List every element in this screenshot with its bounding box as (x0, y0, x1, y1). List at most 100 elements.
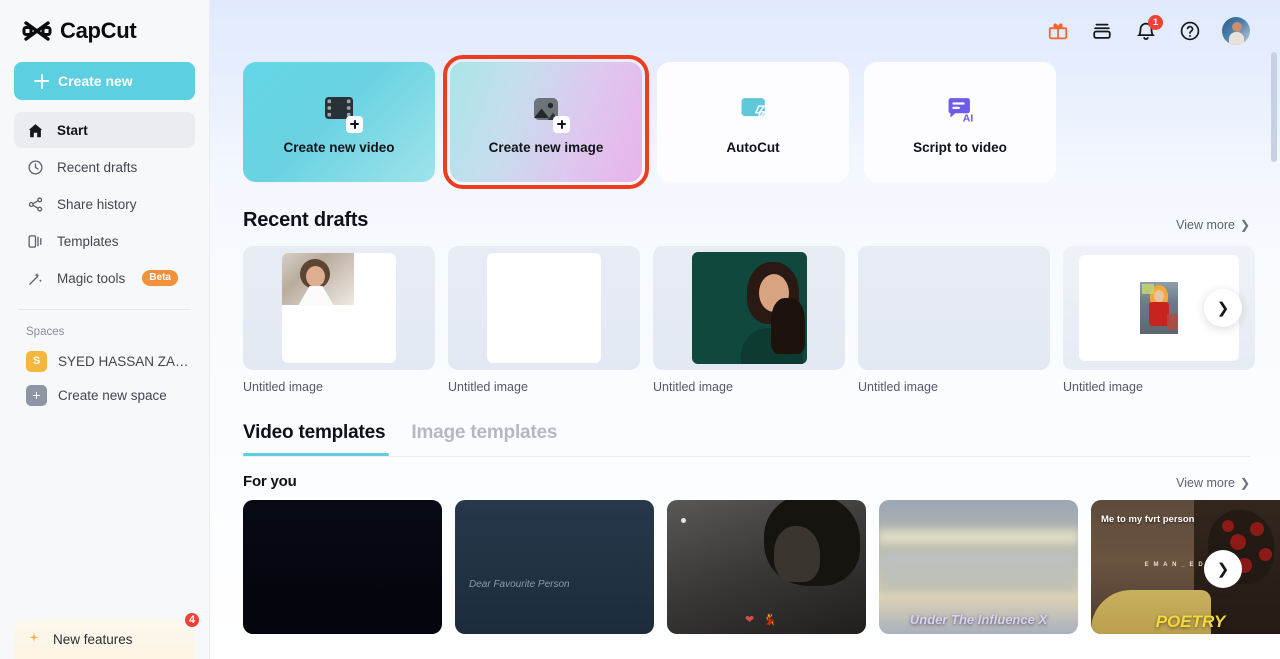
view-more-label: View more (1176, 476, 1235, 490)
draft-name: Untitled image (448, 380, 528, 394)
share-icon (26, 195, 45, 214)
brand-name: CapCut (60, 18, 137, 43)
template-watermark: E M A N _ E D I T S 7 (1144, 562, 1237, 568)
sidebar-item-label: Start (57, 122, 88, 138)
create-new-label: Create new (58, 73, 133, 89)
notification-bell-icon[interactable]: 1 (1134, 15, 1163, 43)
card-label: Create new image (488, 139, 604, 155)
autocut-card[interactable]: AutoCut (657, 62, 849, 182)
card-label: Create new video (283, 139, 395, 155)
create-new-image-card[interactable]: Create new image (443, 55, 649, 189)
tab-label: Video templates (243, 422, 386, 443)
draft-card[interactable]: Untitled image (243, 246, 435, 394)
chevron-right-icon: ❯ (1239, 218, 1250, 232)
user-avatar[interactable] (1222, 17, 1250, 45)
draft-name: Untitled image (243, 380, 323, 394)
tab-image-templates[interactable]: Image templates (411, 422, 557, 456)
sidebar-item-templates[interactable]: Templates (14, 223, 195, 259)
templates-next-button[interactable]: ❯ (1204, 550, 1242, 588)
new-features-badge: 4 (183, 611, 201, 629)
for-you-title: For you (243, 473, 297, 490)
image-plus-icon (526, 90, 570, 133)
draft-card[interactable]: Untitled image (858, 246, 1050, 394)
emoji-decoration: 💃 (763, 614, 777, 626)
create-new-video-card[interactable]: Create new video (243, 62, 435, 182)
drafts-next-button[interactable]: ❯ (1204, 289, 1242, 327)
autocut-icon (733, 90, 773, 130)
subscription-icon[interactable] (1090, 19, 1114, 43)
create-new-button[interactable]: Create new (14, 62, 195, 100)
content-area: Create new video Create new image AutoCu… (210, 55, 1280, 634)
chevron-right-icon: ❯ (1239, 476, 1250, 490)
vertical-scrollbar[interactable] (1271, 52, 1277, 162)
plus-icon (346, 115, 363, 133)
card-label: AutoCut (726, 139, 780, 155)
view-more-label: View more (1176, 218, 1235, 232)
script-ai-icon: AI (940, 90, 980, 130)
recent-drafts-header: Recent drafts View more ❯ (243, 209, 1250, 232)
recent-drafts-view-more[interactable]: View more ❯ (1176, 218, 1250, 232)
sidebar-item-label: Templates (57, 233, 119, 249)
brand-logo-area[interactable]: CapCut (14, 0, 195, 62)
sky-band-decoration (879, 524, 1078, 550)
help-icon[interactable] (1178, 19, 1202, 43)
spaces-section-label: Spaces (26, 326, 65, 338)
space-avatar: S (26, 350, 47, 372)
script-to-video-card[interactable]: AI Script to video (864, 62, 1056, 182)
clock-icon (26, 158, 45, 177)
gift-icon[interactable] (1046, 19, 1070, 43)
template-card[interactable]: Dear Favourite Person (455, 500, 654, 634)
draft-card[interactable]: Untitled image (653, 246, 845, 394)
card-label: Script to video (913, 139, 1007, 155)
beta-badge: Beta (142, 270, 178, 286)
sidebar-item-label: Share history (57, 196, 137, 212)
recent-drafts-carousel: Untitled image Untitled image Untitled i… (243, 246, 1255, 394)
page-title: Recent drafts (243, 209, 369, 231)
create-new-space-button[interactable]: + Create new space (14, 378, 195, 412)
template-caption: Under The Influence X (909, 612, 1048, 628)
new-features-label: New features (53, 631, 133, 647)
sidebar-item-share-history[interactable]: Share history (14, 186, 195, 222)
draft-name: Untitled image (653, 380, 733, 394)
template-top-caption: Me to my fvrt person (1101, 514, 1195, 525)
sidebar-item-start[interactable]: Start (14, 112, 195, 148)
action-cards-row: Create new video Create new image AutoCu… (243, 55, 1250, 189)
new-features-button[interactable]: New features 4 (14, 611, 201, 659)
tabs-underline (243, 456, 1250, 457)
template-card[interactable] (243, 500, 442, 634)
space-item-label: Create new space (58, 387, 167, 403)
plus-icon: + (26, 384, 47, 406)
main-content: 1 Create new video Create new image Auto… (210, 0, 1280, 659)
draft-name: Untitled image (858, 380, 938, 394)
templates-carousel: Dear Favourite Person ❤ 💃 Under The Infl… (243, 500, 1280, 634)
wand-icon (26, 269, 45, 288)
sparkle-icon (26, 630, 42, 649)
sidebar-item-label: Recent drafts (57, 159, 138, 175)
sidebar-item-recent-drafts[interactable]: Recent drafts (14, 149, 195, 185)
template-card[interactable]: Under The Influence X (879, 500, 1078, 634)
svg-text:AI: AI (963, 113, 974, 124)
chevron-right-icon: ❯ (1216, 561, 1230, 578)
sidebar-item-label: Magic tools (57, 270, 126, 286)
draft-name: Untitled image (1063, 380, 1143, 394)
capcut-logo-icon (22, 20, 52, 42)
tab-label: Image templates (411, 422, 558, 443)
space-item-user[interactable]: S SYED HASSAN ZAM... (14, 344, 195, 378)
draft-card[interactable]: Untitled image (448, 246, 640, 394)
draft-thumbnail (243, 246, 435, 370)
sidebar: CapCut Create new Start Recent drafts Sh… (0, 0, 210, 659)
template-card[interactable]: Me to my fvrt person E M A N _ E D I T S… (1091, 500, 1280, 634)
tab-video-templates[interactable]: Video templates (243, 422, 386, 456)
draft-thumbnail (858, 246, 1050, 370)
emoji-decoration: ❤ (745, 614, 755, 626)
film-plus-icon (319, 90, 363, 133)
templates-view-more[interactable]: View more ❯ (1176, 476, 1250, 490)
templates-tabs: Video templates Image templates (243, 422, 1250, 456)
sidebar-item-magic-tools[interactable]: Magic tools Beta (14, 260, 195, 296)
plus-icon (34, 73, 49, 89)
home-icon (26, 121, 45, 140)
space-item-label: SYED HASSAN ZAM... (58, 353, 195, 369)
template-caption: POETRY (1155, 612, 1226, 631)
draft-thumbnail (653, 246, 845, 370)
template-card[interactable]: ❤ 💃 (667, 500, 866, 634)
